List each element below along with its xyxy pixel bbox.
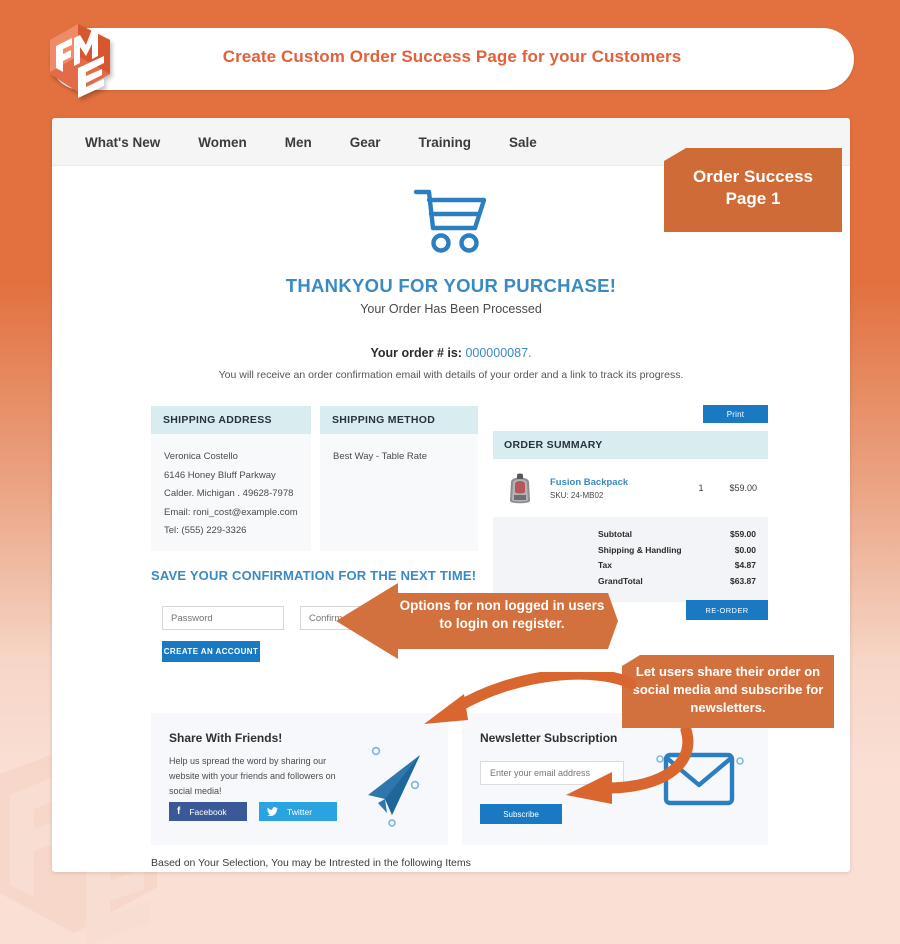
header-bar: Create Custom Order Success Page for you… bbox=[50, 28, 854, 90]
twitter-label: Twitter bbox=[287, 806, 313, 817]
address-line: Veronica Costello bbox=[164, 451, 238, 462]
order-confirmation-note: You will receive an order confirmation e… bbox=[218, 369, 684, 381]
order-item-price: $59.00 bbox=[729, 483, 757, 493]
totals-value: $63.87 bbox=[730, 576, 756, 587]
nav-item-training[interactable]: Training bbox=[400, 135, 491, 150]
totals-row: Tax $4.87 bbox=[493, 558, 756, 574]
shipping-address-panel: SHIPPING ADDRESS Veronica Costello 6146 … bbox=[151, 406, 311, 551]
order-summary-title: ORDER SUMMARY bbox=[493, 431, 768, 459]
shipping-method-body: Best Way - Table Rate bbox=[320, 434, 478, 481]
order-number-line: Your order # is: 000000087. bbox=[52, 346, 850, 360]
facebook-share-button[interactable]: f Facebook bbox=[169, 802, 247, 821]
order-success-page-screenshot: What's New Women Men Gear Training Sale … bbox=[52, 118, 850, 872]
address-line: Calder. Michigan . 49628-7978 bbox=[164, 488, 294, 500]
order-item-sku: SKU: 24-MB02 bbox=[550, 490, 604, 500]
address-line: 6146 Honey Bluff Parkway bbox=[164, 469, 276, 481]
nav-item-men[interactable]: Men bbox=[266, 135, 331, 150]
callout-social-annotation: Let users share their order on social me… bbox=[622, 655, 834, 728]
totals-label: Shipping & Handling bbox=[598, 544, 682, 555]
order-summary-panel: ORDER SUMMARY Fusion Backpack SKU: 24-MB… bbox=[493, 431, 768, 602]
totals-row: Shipping & Handling $0.00 bbox=[493, 543, 756, 559]
totals-value: $59.00 bbox=[730, 529, 756, 539]
shipping-method-value: Best Way - Table Rate bbox=[333, 451, 427, 462]
order-item-name[interactable]: Fusion Backpack bbox=[550, 477, 628, 488]
totals-row: Subtotal $59.00 bbox=[493, 527, 756, 543]
shipping-method-panel: SHIPPING METHOD Best Way - Table Rate bbox=[320, 406, 478, 551]
totals-value: $4.87 bbox=[734, 560, 756, 571]
create-account-button[interactable]: CREATE AN ACCOUNT bbox=[162, 641, 260, 662]
fme-logo-icon bbox=[50, 24, 110, 98]
order-item-qty: 1 bbox=[698, 483, 704, 493]
password-input[interactable] bbox=[162, 606, 284, 630]
totals-label: Subtotal bbox=[598, 529, 632, 539]
shopping-cart-icon bbox=[413, 189, 487, 253]
badge-line-1: Order Success bbox=[692, 167, 813, 186]
order-summary-item-row: Fusion Backpack SKU: 24-MB02 1 $59.00 bbox=[493, 459, 768, 515]
totals-label: Tax bbox=[598, 560, 613, 571]
curved-arrow-to-subscribe-icon bbox=[566, 728, 694, 804]
re-order-button[interactable]: RE-ORDER bbox=[686, 600, 768, 620]
recommendations-heading: Based on Your Selection, You may be Intr… bbox=[151, 857, 471, 869]
totals-value: $0.00 bbox=[734, 544, 756, 555]
callout-login-text: Options for non logged in users to login… bbox=[399, 598, 605, 632]
address-line: Email: roni_cost@example.com bbox=[164, 506, 298, 518]
shipping-address-body: Veronica Costello 6146 Honey Bluff Parkw… bbox=[151, 434, 311, 555]
twitter-share-button[interactable]: Twitter bbox=[259, 802, 337, 821]
print-button[interactable]: Print bbox=[703, 405, 768, 423]
facebook-label: Facebook bbox=[189, 806, 227, 817]
poster-canvas: Create Custom Order Success Page for you… bbox=[0, 0, 900, 944]
address-line: Tel: (555) 229-3326 bbox=[164, 525, 247, 537]
badge-line-2: Page 1 bbox=[725, 189, 781, 209]
save-confirmation-heading: SAVE YOUR CONFIRMATION FOR THE NEXT TIME… bbox=[151, 568, 477, 583]
twitter-icon bbox=[267, 806, 278, 816]
share-description: Help us spread the word by sharing our w… bbox=[169, 756, 336, 796]
backpack-thumbnail-icon bbox=[510, 473, 530, 504]
order-number-value[interactable]: 000000087. bbox=[465, 346, 531, 360]
order-success-page-badge: Order Success Page 1 bbox=[664, 148, 842, 232]
curved-arrow-to-share-icon bbox=[424, 672, 636, 724]
page-title: Create Custom Order Success Page for you… bbox=[222, 47, 682, 66]
callout-login-annotation: Options for non logged in users to login… bbox=[336, 583, 618, 659]
nav-item-whats-new[interactable]: What's New bbox=[66, 135, 179, 150]
nav-item-women[interactable]: Women bbox=[179, 135, 266, 150]
order-number-label: Your order # is: bbox=[370, 346, 462, 360]
facebook-icon: f bbox=[177, 806, 181, 817]
shipping-address-title: SHIPPING ADDRESS bbox=[151, 406, 311, 434]
nav-item-sale[interactable]: Sale bbox=[490, 135, 556, 150]
paper-plane-icon bbox=[368, 746, 420, 827]
shipping-method-title: SHIPPING METHOD bbox=[320, 406, 478, 434]
thankyou-heading: THANKYOU FOR YOUR PURCHASE! bbox=[285, 275, 617, 296]
nav-item-gear[interactable]: Gear bbox=[331, 135, 400, 150]
thankyou-subheading: Your Order Has Been Processed bbox=[360, 302, 542, 316]
